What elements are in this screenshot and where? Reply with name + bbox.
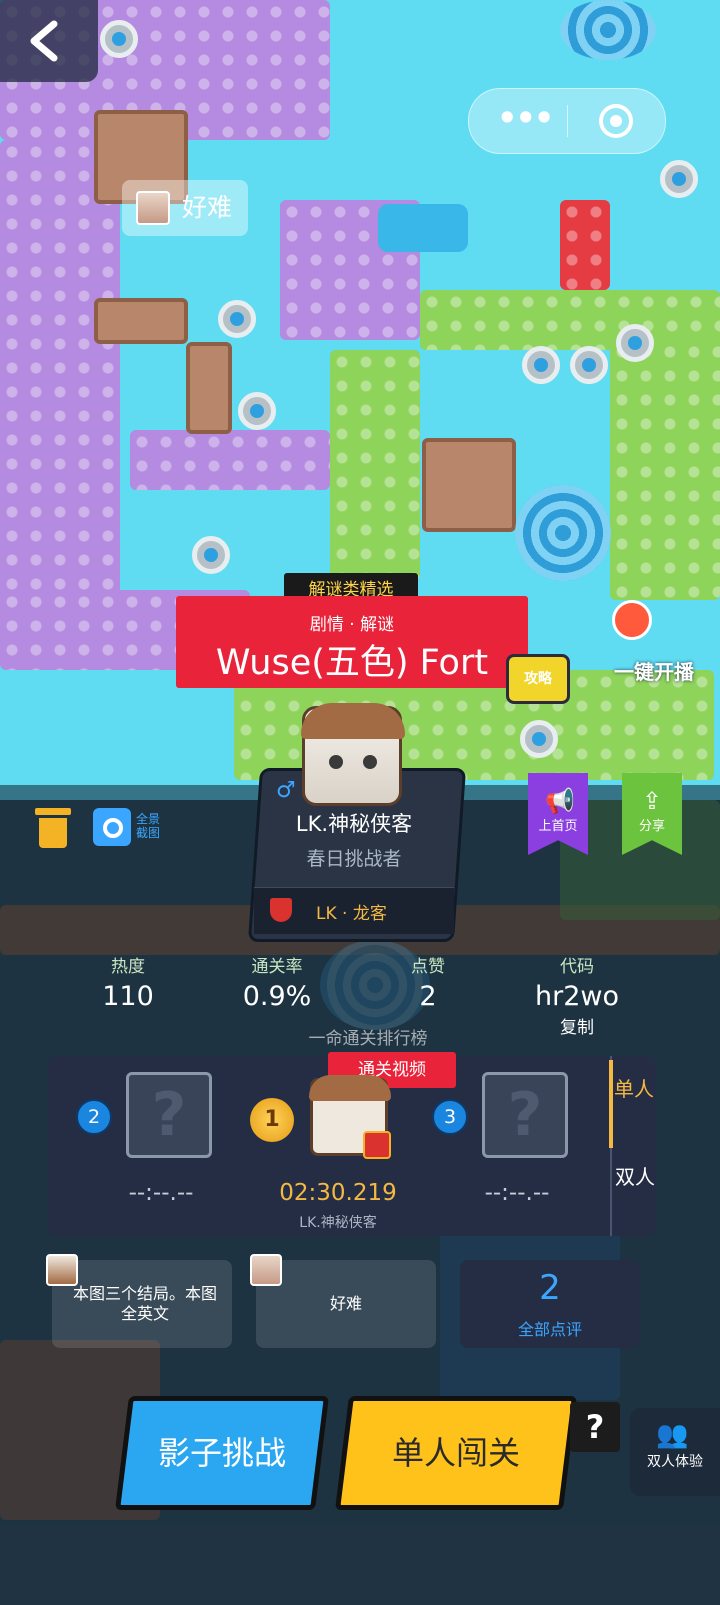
- stat-code: 代码 hr2wo: [520, 952, 634, 1012]
- share-button[interactable]: ⇪ 分享: [622, 773, 682, 855]
- home-feature-label: 上首页: [538, 819, 578, 834]
- floating-comment: 好难: [122, 180, 249, 236]
- rank-badge-3: 3: [432, 1099, 468, 1135]
- camera-icon[interactable]: [93, 808, 131, 846]
- rank-1-player: LK.神秘侠客: [299, 1215, 377, 1231]
- floating-comment-text: 好难: [182, 193, 233, 222]
- comment-avatar: [46, 1254, 78, 1286]
- avatar-eye: [329, 755, 343, 769]
- comment-avatar: [250, 1254, 282, 1286]
- commenter-avatar: [136, 191, 170, 225]
- stat-code-value: hr2wo: [535, 981, 619, 1012]
- trash-icon[interactable]: [35, 808, 71, 848]
- duo-experience-label: 双人体验: [647, 1454, 703, 1470]
- shadow-challenge-label: 影子挑战: [157, 1434, 286, 1472]
- rank-3-empty-slot: ?: [482, 1072, 568, 1158]
- all-comments-button[interactable]: 2 全部点评: [460, 1260, 640, 1348]
- duo-experience-button[interactable]: 👥 双人体验: [630, 1408, 720, 1496]
- rank-1-time: 02:30.219: [279, 1180, 397, 1206]
- clan-name: LK · 龙客: [316, 904, 387, 924]
- trash-lid: [35, 808, 71, 815]
- help-button[interactable]: ?: [570, 1402, 620, 1452]
- stat-code-label: 代码: [560, 957, 594, 977]
- trash-bin: [39, 818, 67, 848]
- gender-male-icon: ♂: [276, 778, 296, 803]
- level-name: Wuse(五色) Fort: [215, 643, 489, 683]
- stat-likes: 点赞 2: [398, 952, 458, 1012]
- stat-likes-label: 点赞: [411, 957, 445, 977]
- copy-code-button[interactable]: 复制: [552, 1013, 602, 1038]
- stat-heat-value: 110: [102, 981, 154, 1012]
- rank-badge-1: 1: [250, 1098, 294, 1142]
- capsule-divider: [567, 105, 568, 137]
- live-stream-icon: [612, 600, 652, 640]
- comment-text: 本图三个结局。本图全英文: [72, 1284, 217, 1323]
- snapshot-label[interactable]: 全景截图: [136, 812, 166, 840]
- share-label: 分享: [638, 819, 665, 834]
- crown-icon: [363, 1131, 391, 1159]
- chevron-left-icon: [30, 20, 58, 62]
- live-stream-label: 一键开播: [614, 660, 694, 684]
- avatar-eye: [363, 755, 377, 769]
- tab-single[interactable]: 单人: [609, 1060, 655, 1148]
- close-target-icon[interactable]: [599, 104, 633, 138]
- stat-heat-label: 热度: [111, 957, 145, 977]
- tab-double[interactable]: 双人: [612, 1148, 658, 1236]
- mode-tabs: 单人 双人: [609, 1056, 658, 1236]
- back-button[interactable]: [0, 0, 98, 82]
- level-genre: 剧情 · 解谜: [309, 615, 395, 635]
- author-clan[interactable]: LK · 龙客: [254, 887, 454, 934]
- stat-heat: 热度 110: [90, 952, 166, 1012]
- stat-likes-value: 2: [419, 981, 437, 1012]
- rank-badge-2: 2: [76, 1099, 112, 1135]
- rank-2-empty-slot: ?: [126, 1072, 212, 1158]
- solo-play-button[interactable]: 单人闯关: [335, 1396, 577, 1510]
- stat-pass-rate: 通关率 0.9%: [232, 952, 322, 1012]
- comment-count: 2: [539, 1268, 561, 1308]
- ranking-title: 一命通关排行榜: [308, 1029, 428, 1049]
- stat-pass-rate-label: 通关率: [251, 957, 303, 977]
- shadow-challenge-button[interactable]: 影子挑战: [115, 1396, 329, 1510]
- clan-shield-icon: [270, 898, 292, 922]
- more-icon[interactable]: •••: [497, 99, 554, 137]
- megaphone-icon: 📢: [545, 787, 575, 815]
- strategy-label: 攻略: [524, 671, 552, 687]
- author-title: 春日挑战者: [306, 848, 402, 870]
- rank-3-time: --:--.--: [484, 1180, 550, 1206]
- author-avatar[interactable]: [301, 703, 405, 806]
- author-name: LK.神秘侠客: [295, 812, 413, 836]
- share-icon: ⇪: [641, 787, 663, 815]
- live-stream-button[interactable]: 一键开播: [604, 600, 704, 690]
- rank-1-avatar[interactable]: [309, 1075, 391, 1159]
- all-comments-label: 全部点评: [517, 1320, 582, 1339]
- two-people-icon: 👥: [656, 1420, 689, 1450]
- strategy-tv-button[interactable]: 攻略: [506, 654, 570, 704]
- stat-pass-rate-value: 0.9%: [242, 981, 312, 1012]
- comment-text: 好难: [329, 1294, 362, 1313]
- level-title-banner: 剧情 · 解谜 Wuse(五色) Fort: [176, 596, 528, 688]
- solo-play-label: 单人闯关: [391, 1434, 520, 1472]
- home-feature-button[interactable]: 📢 上首页: [528, 773, 588, 855]
- mini-program-capsule: •••: [468, 88, 666, 154]
- rank-2-time: --:--.--: [128, 1180, 194, 1206]
